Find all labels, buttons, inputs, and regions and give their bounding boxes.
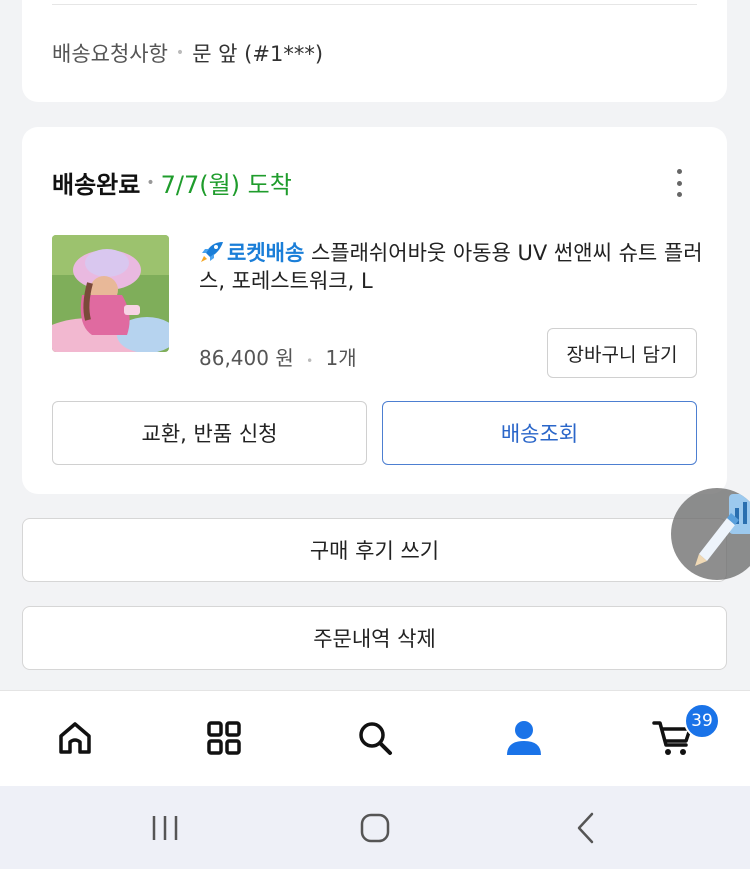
order-list-screen: 배송요청사항 • 문 앞 (#1***) 배송완료 • 7/7(월) 도착 로켓… bbox=[0, 0, 750, 869]
divider bbox=[52, 4, 697, 5]
write-review-button[interactable]: 구매 후기 쓰기 bbox=[22, 518, 727, 582]
separator-dot: • bbox=[175, 45, 185, 61]
my-coupang-icon[interactable] bbox=[499, 713, 549, 763]
previous-order-card: 배송요청사항 • 문 앞 (#1***) bbox=[22, 0, 727, 102]
category-icon[interactable] bbox=[199, 713, 249, 763]
product-title[interactable]: 로켓배송 스플래쉬어바웃 아동용 UV 썬앤씨 슈트 플러스, 포레스트워크, … bbox=[199, 239, 709, 295]
product-price: 86,400 원 bbox=[199, 346, 294, 370]
more-options-icon[interactable] bbox=[667, 165, 691, 201]
delete-order-button[interactable]: 주문내역 삭제 bbox=[22, 606, 727, 670]
add-to-cart-button[interactable]: 장바구니 담기 bbox=[547, 328, 697, 378]
back-icon[interactable] bbox=[566, 808, 606, 848]
rocket-icon bbox=[201, 242, 223, 262]
delivery-request-value: 문 앞 (#1***) bbox=[192, 42, 324, 66]
home-icon[interactable] bbox=[50, 713, 100, 763]
price-row: 86,400 원 • 1개 bbox=[199, 342, 357, 371]
separator-dot: • bbox=[146, 174, 155, 191]
bottom-navigation bbox=[0, 690, 750, 786]
delivery-request-label: 배송요청사항 bbox=[52, 42, 168, 66]
arrival-date: 7/7(월) 도착 bbox=[160, 171, 292, 199]
system-navigation-bar bbox=[0, 786, 750, 869]
rocket-delivery-label: 로켓배송 bbox=[227, 241, 305, 265]
system-home-icon[interactable] bbox=[355, 808, 395, 848]
exchange-return-button[interactable]: 교환, 반품 신청 bbox=[52, 401, 367, 465]
delivery-status-row: 배송완료 • 7/7(월) 도착 bbox=[52, 165, 292, 200]
product-quantity: 1개 bbox=[325, 346, 357, 370]
cart-count-badge: 39 bbox=[684, 703, 720, 739]
search-icon[interactable] bbox=[350, 713, 400, 763]
delivery-status: 배송완료 bbox=[52, 171, 141, 199]
order-card: 배송완료 • 7/7(월) 도착 로켓배송 스플래쉬어바웃 아동용 UV 썬앤씨… bbox=[22, 127, 727, 494]
recent-apps-icon[interactable] bbox=[145, 808, 185, 848]
product-thumbnail[interactable] bbox=[52, 235, 169, 352]
separator-dot: • bbox=[306, 354, 314, 368]
track-delivery-button[interactable]: 배송조회 bbox=[382, 401, 697, 465]
delivery-request-row: 배송요청사항 • 문 앞 (#1***) bbox=[52, 38, 323, 68]
